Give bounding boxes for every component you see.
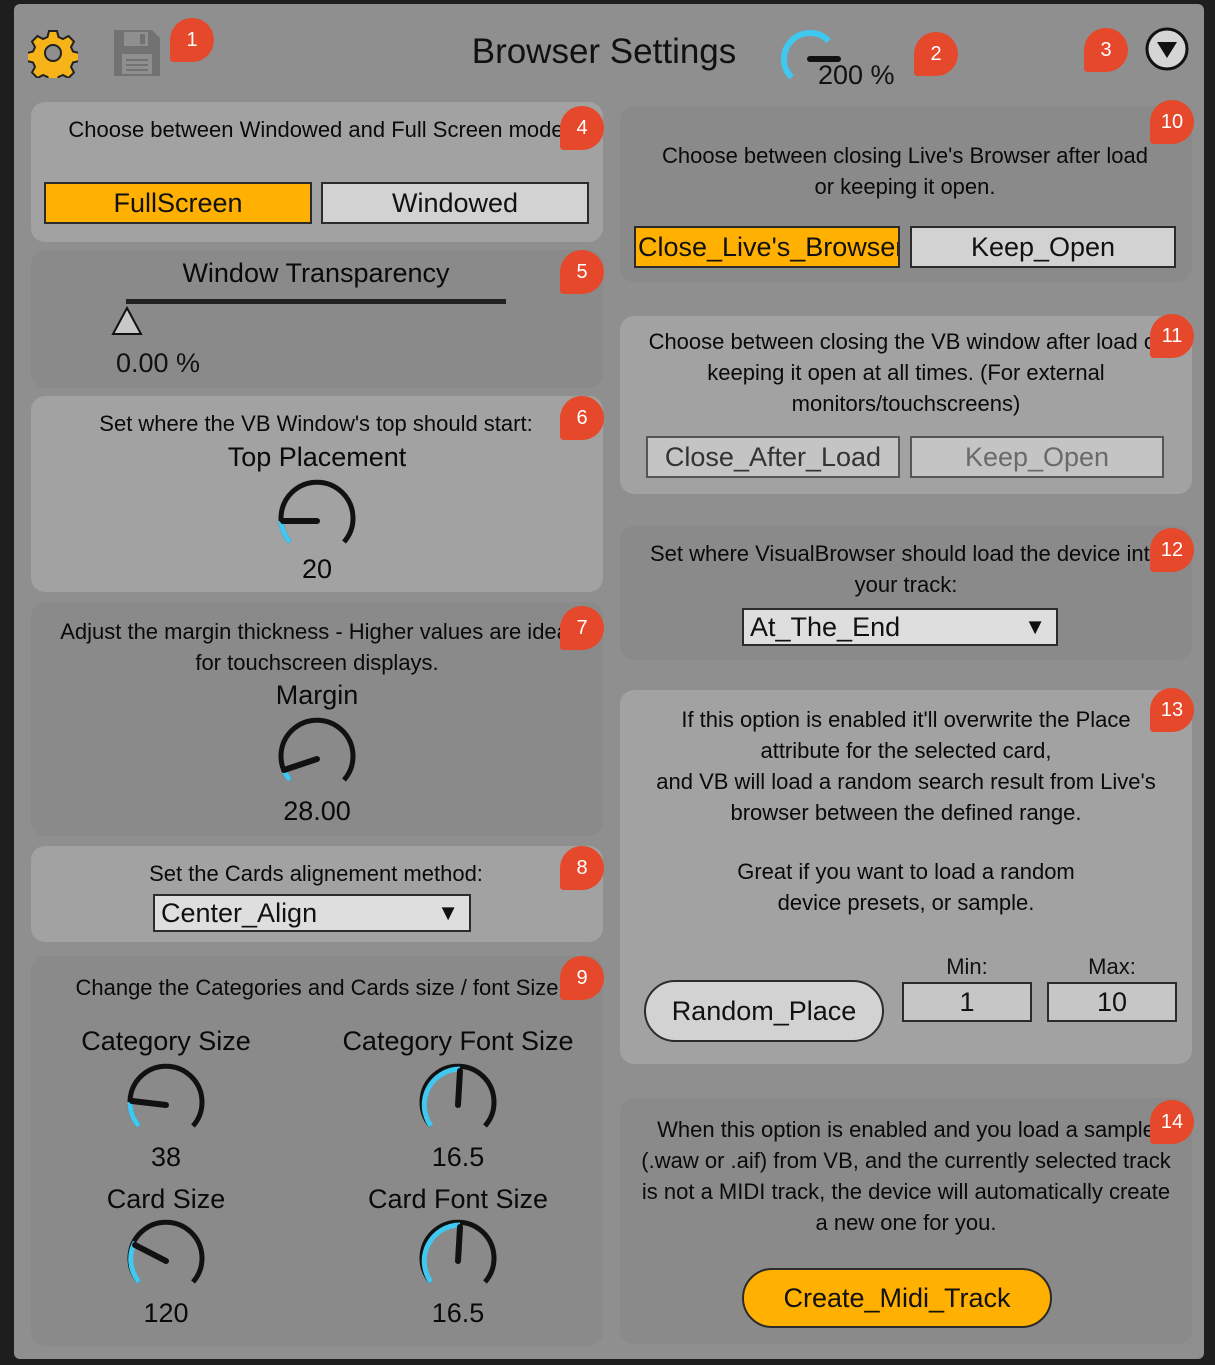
top-placement-description: Set where the VB Window's top should sta… [99,411,533,436]
save-icon[interactable] [110,26,164,80]
close-after-load-button[interactable]: Close_After_Load [646,436,900,478]
vb-window-panel: Choose between closing the VB window aft… [620,316,1192,494]
annotation-badge-5: 5 [560,250,604,294]
card-size-knob[interactable] [123,1218,209,1304]
load-position-panel: Set where VisualBrowser should load the … [620,526,1192,660]
max-input[interactable]: 10 [1047,982,1177,1022]
annotation-badge-7: 7 [560,606,604,650]
margin-knob[interactable] [274,716,360,802]
screen-mode-description: Choose between Windowed and Full Screen … [68,117,564,142]
category-size-label: Category Size [81,1026,251,1056]
annotation-badge-12: 12 [1150,528,1194,572]
alignment-panel: Set the Cards alignement method: Center_… [31,846,603,942]
transparency-slider-track[interactable] [126,299,506,304]
annotation-badge-3: 3 [1084,28,1128,72]
screen-mode-panel: Choose between Windowed and Full Screen … [31,102,603,242]
load-position-description: Set where VisualBrowser should load the … [649,541,1162,597]
margin-value: 28.00 [283,796,351,826]
windowed-button[interactable]: Windowed [321,182,589,224]
chevron-down-icon: ▼ [437,900,459,925]
min-label: Min: [946,954,988,979]
random-place-description-3: Great if you want to load a random devic… [737,859,1075,915]
load-position-selected: At_The_End [750,611,901,642]
alignment-selected: Center_Align [161,897,318,928]
annotation-badge-10: 10 [1150,100,1194,144]
gear-icon[interactable] [28,28,78,78]
fullscreen-button[interactable]: FullScreen [44,182,312,224]
max-label: Max: [1088,954,1136,979]
category-font-size-knob[interactable] [415,1062,501,1148]
collapse-down-icon[interactable] [1144,26,1190,72]
close-live-browser-button[interactable]: Close_Live's_Browser [634,226,900,268]
vb-window-description: Choose between closing the VB window aft… [648,329,1164,416]
category-font-size-value: 16.5 [431,1142,485,1172]
alignment-dropdown[interactable]: Center_Align ▼ [153,894,471,932]
card-size-value: 120 [143,1298,189,1328]
random-place-panel: If this option is enabled it'll overwrit… [620,690,1192,1064]
annotation-badge-6: 6 [560,396,604,440]
chevron-down-icon: ▼ [1024,614,1046,639]
top-placement-panel: Set where the VB Window's top should sta… [31,396,603,592]
midi-track-description: When this option is enabled and you load… [641,1117,1171,1235]
annotation-badge-2: 2 [914,32,958,76]
sizes-panel: Change the Categories and Cards size / f… [31,956,603,1346]
browser-settings-window: Browser Settings 200 % 1 2 3 Choose betw… [14,4,1204,1359]
keep-open-window-button[interactable]: Keep_Open [910,436,1164,478]
transparency-slider-handle[interactable] [111,306,143,336]
margin-panel: Adjust the margin thickness - Higher val… [31,602,603,836]
margin-description: Adjust the margin thickness - Higher val… [60,619,574,675]
alignment-description: Set the Cards alignement method: [149,861,483,886]
load-position-dropdown[interactable]: At_The_End ▼ [742,608,1058,646]
top-placement-knob[interactable] [274,478,360,564]
margin-label: Margin [275,680,359,710]
sizes-description: Change the Categories and Cards size / f… [75,975,559,1000]
create-midi-track-button[interactable]: Create_Midi_Track [742,1268,1052,1328]
annotation-badge-11: 11 [1150,314,1194,358]
category-font-size-label: Category Font Size [342,1026,574,1056]
card-size-label: Card Size [106,1184,226,1214]
card-font-size-label: Card Font Size [367,1184,549,1214]
category-size-value: 38 [150,1142,182,1172]
annotation-badge-9: 9 [560,956,604,1000]
annotation-badge-13: 13 [1150,688,1194,732]
top-placement-label: Top Placement [227,442,407,472]
transparency-panel: Window Transparency 0.00 % [31,250,603,388]
annotation-badge-4: 4 [560,106,604,150]
random-place-description-2: and VB will load a random search result … [656,769,1156,825]
live-browser-panel: Choose between closing Live's Browser af… [620,106,1192,282]
min-input[interactable]: 1 [902,982,1032,1022]
transparency-value: 0.00 % [116,348,201,378]
page-title: Browser Settings [471,32,737,71]
random-place-description-1: If this option is enabled it'll overwrit… [681,707,1131,763]
live-browser-description: Choose between closing Live's Browser af… [661,143,1149,199]
card-font-size-knob[interactable] [415,1218,501,1304]
top-placement-value: 20 [301,554,333,584]
annotation-badge-14: 14 [1150,1100,1194,1144]
annotation-badge-8: 8 [560,846,604,890]
category-size-knob[interactable] [123,1062,209,1148]
annotation-badge-1: 1 [170,18,214,62]
transparency-label: Window Transparency [182,258,450,288]
zoom-value: 200 % [818,60,895,90]
keep-open-browser-button[interactable]: Keep_Open [910,226,1176,268]
midi-track-panel: When this option is enabled and you load… [620,1098,1192,1344]
card-font-size-value: 16.5 [431,1298,485,1328]
random-place-button[interactable]: Random_Place [644,980,884,1042]
